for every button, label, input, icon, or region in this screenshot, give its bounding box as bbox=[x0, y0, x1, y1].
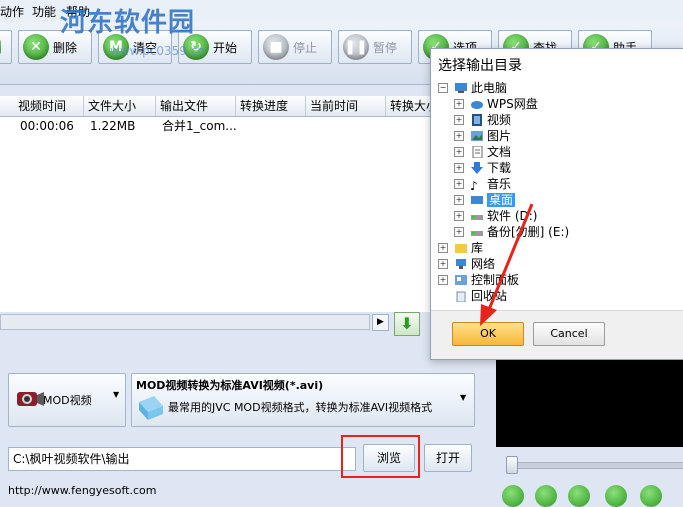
pause-icon: ❚❚ bbox=[343, 34, 369, 60]
folder-icon bbox=[454, 242, 468, 254]
fullscreen-icon[interactable] bbox=[640, 485, 662, 507]
watermark-logo: 河东软件园 bbox=[60, 8, 196, 38]
file-list[interactable] bbox=[0, 116, 430, 312]
col-progress[interactable]: 转换进度 bbox=[236, 96, 306, 116]
expand-icon[interactable]: + bbox=[454, 211, 464, 221]
col-size[interactable]: 文件大小 bbox=[84, 96, 156, 116]
table-row[interactable]: 00:00:06 1.22MB 合并1_com... bbox=[0, 117, 430, 135]
cloud-icon bbox=[470, 98, 484, 110]
scroll-right-arrow-icon[interactable]: ▶ bbox=[372, 314, 389, 331]
snapshot-icon[interactable] bbox=[605, 485, 627, 507]
stop-icon: ■ bbox=[263, 34, 289, 60]
expand-icon[interactable]: + bbox=[454, 163, 464, 173]
horizontal-scrollbar[interactable] bbox=[0, 314, 370, 330]
film-icon bbox=[470, 114, 484, 126]
stop-control-icon[interactable] bbox=[568, 485, 590, 507]
tree-item-wps[interactable]: + WPS网盘 bbox=[454, 96, 538, 112]
expand-icon[interactable]: + bbox=[454, 147, 464, 157]
expand-icon[interactable]: + bbox=[438, 259, 448, 269]
col-output[interactable]: 输出文件 bbox=[156, 96, 236, 116]
expand-icon[interactable]: + bbox=[454, 131, 464, 141]
cancel-button[interactable]: Cancel bbox=[533, 322, 605, 346]
format-description: 最常用的JVC MOD视频格式，转换为标准AVI视频格式 bbox=[168, 401, 433, 414]
expand-icon[interactable]: + bbox=[454, 115, 464, 125]
device-select[interactable]: MOD视频 ▼ bbox=[8, 373, 126, 427]
recycle-bin-icon bbox=[454, 290, 468, 303]
tree-item-documents[interactable]: + 文档 bbox=[454, 144, 511, 160]
tree-item-music[interactable]: + ♪ 音乐 bbox=[454, 176, 511, 193]
annotation-arrow bbox=[480, 203, 534, 326]
tree-item-downloads[interactable]: + 下载 bbox=[454, 160, 511, 176]
pause-button[interactable]: ❚❚ 暂停 bbox=[338, 30, 412, 64]
annotation-highlight-box bbox=[341, 435, 420, 478]
expand-icon[interactable]: + bbox=[438, 275, 448, 285]
music-note-icon: ♪ bbox=[470, 179, 478, 193]
file-list-header: 视频时间 文件大小 输出文件 转换进度 当前时间 转换大小 bbox=[0, 96, 446, 117]
watermark-url: www.pc0359.cn bbox=[110, 44, 205, 58]
output-format-select[interactable]: MOD视频转换为标准AVI视频(*.avi) 最常用的JVC MOD视频格式，转… bbox=[131, 373, 475, 427]
chevron-down-icon: ▼ bbox=[460, 393, 467, 402]
pause-control-icon[interactable] bbox=[535, 485, 557, 507]
delete-icon: ✕ bbox=[23, 34, 49, 60]
row-output: 合并1_com... bbox=[162, 119, 237, 133]
expand-icon[interactable]: + bbox=[454, 99, 464, 109]
add-icon bbox=[0, 40, 1, 54]
expand-icon[interactable]: + bbox=[454, 179, 464, 189]
download-arrow-icon bbox=[470, 162, 484, 174]
tree-item-this-pc[interactable]: − 此电脑 bbox=[438, 80, 507, 96]
row-duration: 00:00:06 bbox=[20, 119, 74, 133]
output-path-field[interactable]: C:\枫叶视频软件\输出 bbox=[8, 447, 356, 471]
open-button[interactable]: 打开 bbox=[424, 444, 472, 472]
play-icon[interactable] bbox=[502, 485, 524, 507]
menu-function[interactable]: 功能 bbox=[32, 3, 56, 20]
add-button[interactable] bbox=[0, 30, 12, 64]
picture-icon bbox=[470, 130, 484, 142]
collapse-icon[interactable]: − bbox=[438, 83, 448, 93]
website-link[interactable]: http://www.fengyesoft.com bbox=[8, 484, 157, 497]
format-box-icon bbox=[139, 396, 163, 420]
tree-item-videos[interactable]: + 视频 bbox=[454, 112, 511, 128]
network-icon bbox=[454, 258, 468, 270]
col-duration[interactable]: 视频时间 bbox=[14, 96, 84, 116]
video-preview bbox=[496, 357, 683, 447]
col-current-time[interactable]: 当前时间 bbox=[306, 96, 386, 116]
expand-icon[interactable]: + bbox=[438, 243, 448, 253]
row-size: 1.22MB bbox=[90, 119, 136, 133]
stop-button[interactable]: ■ 停止 bbox=[258, 30, 332, 64]
expand-icon[interactable]: + bbox=[454, 195, 464, 205]
document-icon bbox=[470, 145, 484, 159]
dialog-title: 选择输出目录 bbox=[438, 58, 522, 74]
chevron-down-icon: ▼ bbox=[113, 390, 120, 399]
expand-icon[interactable]: + bbox=[454, 227, 464, 237]
format-title: MOD视频转换为标准AVI视频(*.avi) bbox=[136, 379, 324, 392]
move-down-button[interactable]: ⬇ bbox=[394, 312, 420, 336]
camcorder-icon bbox=[17, 392, 44, 406]
device-label: MOD视频 bbox=[43, 394, 92, 407]
computer-icon bbox=[454, 82, 468, 94]
seek-slider-thumb[interactable] bbox=[506, 456, 518, 474]
seek-slider[interactable] bbox=[508, 462, 683, 469]
control-panel-icon bbox=[454, 274, 468, 286]
menu-action[interactable]: 动作 bbox=[0, 3, 24, 20]
tree-item-pictures[interactable]: + 图片 bbox=[454, 128, 511, 144]
